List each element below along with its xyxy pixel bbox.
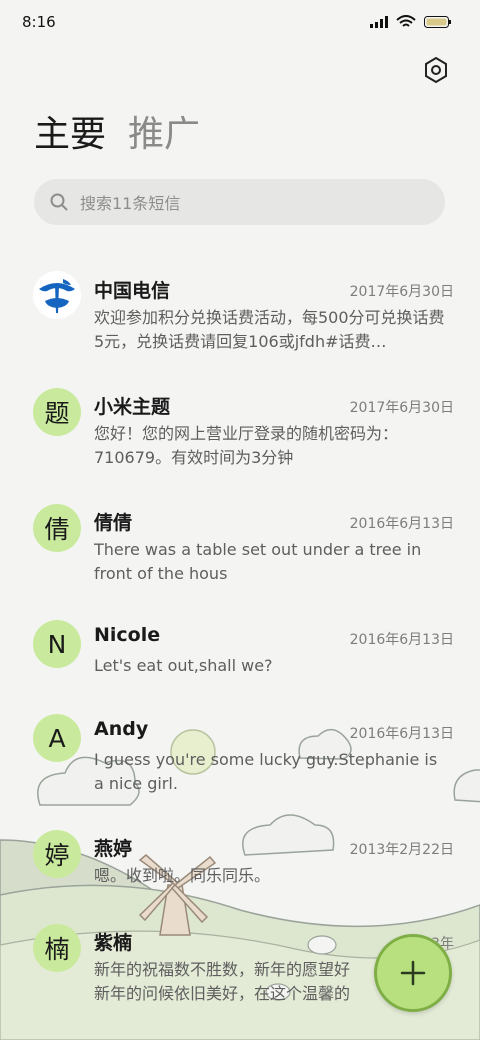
china-telecom-logo-icon bbox=[33, 271, 81, 319]
message-date: 2016年6月13日 bbox=[349, 516, 454, 532]
search-icon bbox=[50, 193, 68, 211]
tab-primary[interactable]: 主要 bbox=[34, 112, 106, 158]
message-preview: I guess you're some lucky guy.Stephanie … bbox=[94, 750, 438, 793]
message-preview: 新年的祝福数不胜数，新年的愿望好新年的问候依旧美好，在这个温馨的 bbox=[94, 960, 351, 1003]
contact-name: 燕婷 bbox=[94, 838, 133, 860]
avatar: 婷 bbox=[33, 830, 81, 878]
signal-icon bbox=[370, 16, 388, 28]
wifi-icon bbox=[396, 15, 416, 27]
settings-button[interactable] bbox=[420, 54, 452, 86]
battery-icon bbox=[424, 16, 451, 28]
message-date: 2017年6月30日 bbox=[349, 284, 454, 300]
message-item[interactable]: N Nicole 2016年6月13日 Let's eat out,shall … bbox=[0, 610, 480, 704]
message-item[interactable]: 中国电信 2017年6月30日 欢迎参加积分兑换话费活动，每500分可兑换话费5… bbox=[0, 262, 480, 378]
message-item[interactable]: 倩 倩倩 2016年6月13日 There was a table set ou… bbox=[0, 494, 480, 610]
search-input[interactable]: 搜索11条短信 bbox=[34, 179, 445, 225]
avatar: N bbox=[33, 620, 81, 668]
avatar: 倩 bbox=[33, 504, 81, 552]
tab-bar: 主要 推广 bbox=[34, 112, 200, 158]
status-time: 8:16 bbox=[22, 13, 56, 31]
message-item[interactable]: 题 小米主题 2017年6月30日 您好！您的网上营业厅登录的随机密码为：710… bbox=[0, 378, 480, 494]
message-preview: 嗯。收到啦。同乐同乐。 bbox=[94, 866, 271, 885]
contact-name: 紫楠 bbox=[94, 932, 133, 954]
avatar: A bbox=[33, 714, 81, 762]
message-date: 2016年6月13日 bbox=[349, 632, 454, 648]
avatar: 楠 bbox=[33, 924, 81, 972]
status-icons bbox=[370, 15, 452, 29]
message-preview: There was a table set out under a tree i… bbox=[94, 540, 422, 583]
avatar: 题 bbox=[33, 388, 81, 436]
tab-promotions[interactable]: 推广 bbox=[128, 112, 200, 158]
contact-name: Nicole bbox=[94, 624, 161, 646]
message-date: 2016年6月13日 bbox=[349, 726, 454, 742]
message-preview: Let's eat out,shall we? bbox=[94, 656, 273, 675]
search-placeholder: 搜索11条短信 bbox=[80, 194, 181, 213]
message-preview: 欢迎参加积分兑换话费活动，每500分可兑换话费5元，兑换话费请回复106或jfd… bbox=[94, 308, 445, 351]
message-item[interactable]: A Andy 2016年6月13日 I guess you're some lu… bbox=[0, 704, 480, 820]
contact-name: 倩倩 bbox=[94, 512, 133, 534]
contact-name: Andy bbox=[94, 718, 149, 740]
settings-hexagon-icon bbox=[425, 57, 447, 83]
message-date: 2017年6月30日 bbox=[349, 400, 454, 416]
contact-name: 小米主题 bbox=[94, 396, 171, 418]
message-preview: 您好！您的网上营业厅登录的随机密码为：710679。有效时间为3分钟 bbox=[94, 424, 399, 467]
message-date: 2013年2月22日 bbox=[349, 842, 454, 858]
plus-icon bbox=[400, 960, 426, 986]
message-item[interactable]: 婷 燕婷 2013年2月22日 嗯。收到啦。同乐同乐。 bbox=[0, 820, 480, 914]
new-message-button[interactable] bbox=[374, 934, 452, 1012]
status-bar: 8:16 bbox=[0, 0, 480, 44]
contact-name: 中国电信 bbox=[94, 280, 171, 302]
